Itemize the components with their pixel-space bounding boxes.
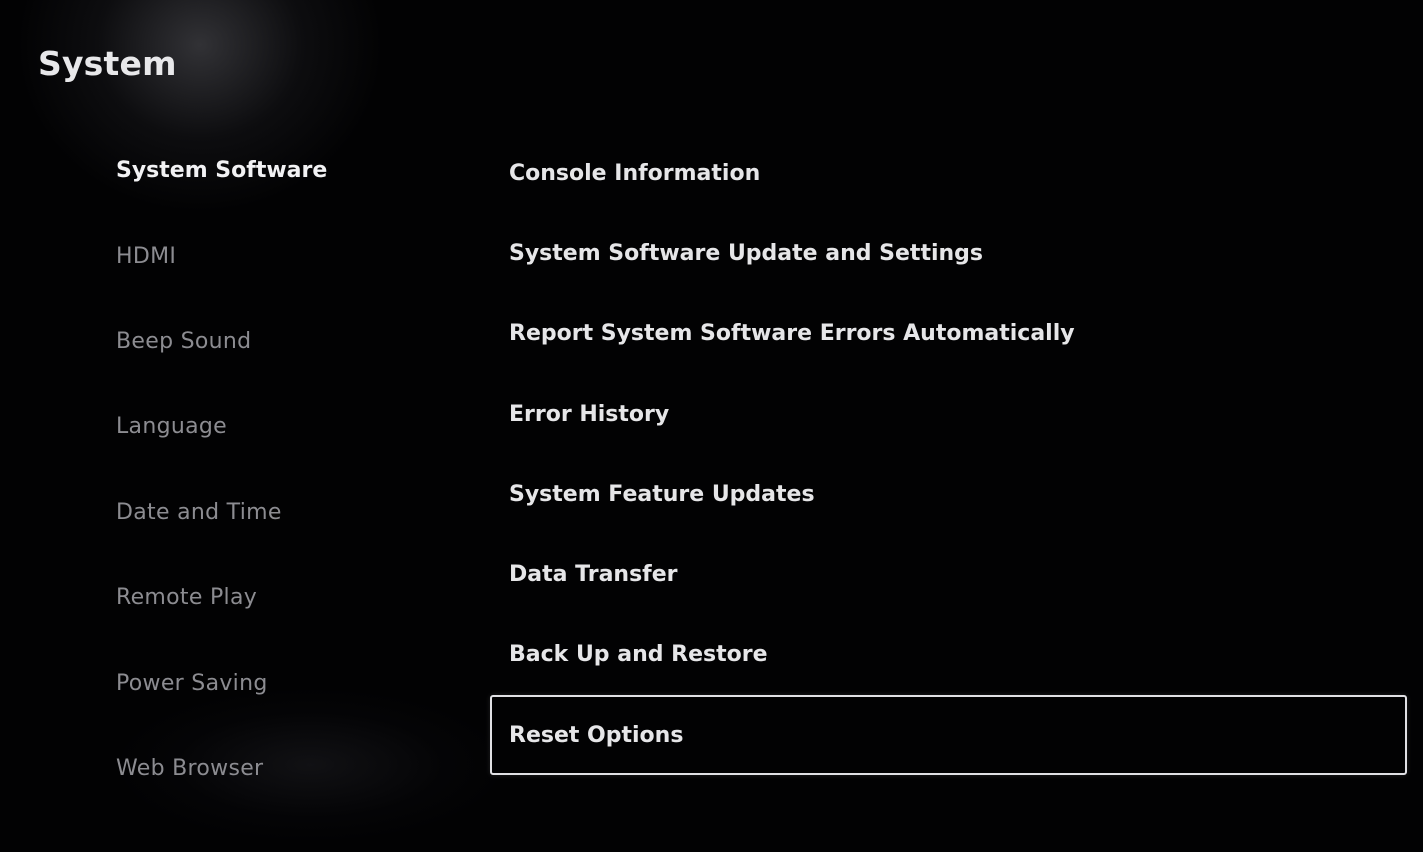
sidebar-item-power-saving[interactable]: Power Saving [116,640,446,725]
system-settings-screen: System System Software HDMI Beep Sound L… [0,0,1423,852]
settings-sidebar: System Software HDMI Beep Sound Language… [116,128,446,811]
sidebar-item-language[interactable]: Language [116,384,446,469]
option-error-history[interactable]: Error History [490,374,1407,454]
sidebar-item-remote-play[interactable]: Remote Play [116,555,446,640]
option-report-system-software-errors-automatically[interactable]: Report System Software Errors Automatica… [490,294,1407,374]
sidebar-item-hdmi[interactable]: HDMI [116,213,446,298]
page-title: System [38,44,177,83]
option-system-software-update-and-settings[interactable]: System Software Update and Settings [490,213,1407,293]
option-console-information[interactable]: Console Information [490,133,1407,213]
sidebar-item-beep-sound[interactable]: Beep Sound [116,299,446,384]
option-back-up-and-restore[interactable]: Back Up and Restore [490,615,1407,695]
sidebar-item-system-software[interactable]: System Software [116,128,446,213]
option-system-feature-updates[interactable]: System Feature Updates [490,454,1407,534]
option-reset-options[interactable]: Reset Options [490,695,1407,776]
system-software-options-list: Console Information System Software Upda… [490,133,1407,776]
option-data-transfer[interactable]: Data Transfer [490,534,1407,614]
sidebar-item-web-browser[interactable]: Web Browser [116,726,446,811]
sidebar-item-date-and-time[interactable]: Date and Time [116,470,446,555]
